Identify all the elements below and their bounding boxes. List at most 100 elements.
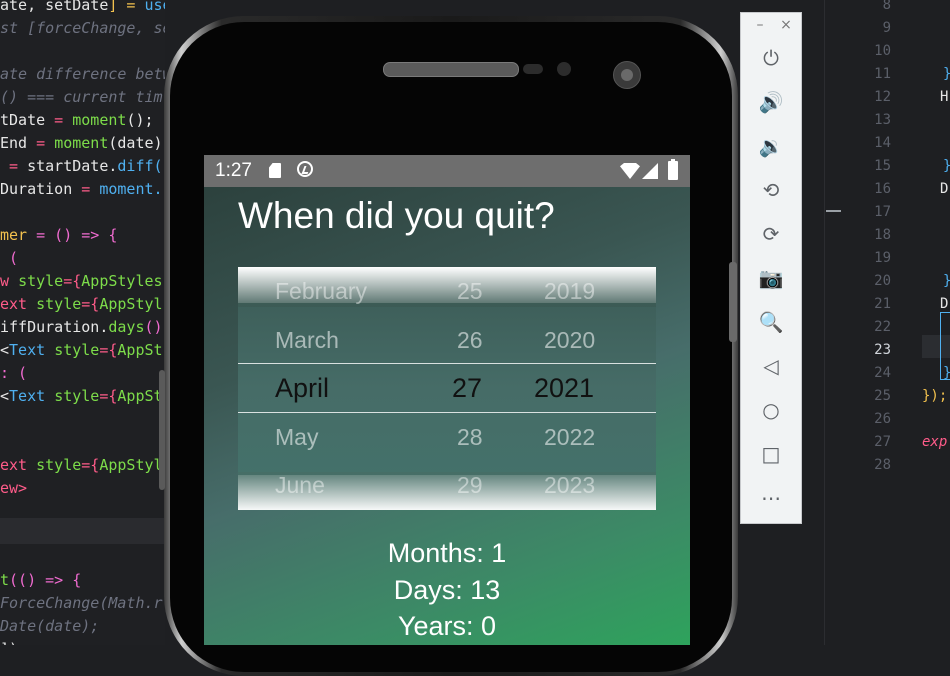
code-token: Text — [9, 341, 55, 359]
power-icon[interactable]: ⏻ — [754, 41, 788, 75]
code-token: ]); — [0, 640, 27, 645]
line-number: 9 — [882, 20, 891, 36]
cell-signal-icon — [642, 163, 658, 179]
line-number: 15 — [874, 158, 891, 174]
code-token: startDate. — [27, 157, 118, 175]
line-number: 24 — [874, 365, 891, 381]
code-token: AppSt — [117, 387, 163, 405]
code-token: () === current tim — [0, 88, 163, 106]
phone-screen: 1:27 When did you quit? February 25 2019 Ma… — [204, 155, 690, 645]
code-token: st [forceChange, setFore — [0, 19, 165, 37]
code-token: AppStyles — [81, 272, 163, 290]
overview-icon[interactable]: □ — [754, 437, 788, 471]
months-label: Months: 1 — [387, 538, 507, 568]
code-token: H — [940, 89, 949, 105]
code-token: diff( — [117, 157, 163, 175]
code-token: Text — [9, 387, 55, 405]
date-picker[interactable]: February 25 2019 March 26 2020 April 27 2021 May 2… — [238, 267, 656, 510]
picker-month: March — [275, 327, 339, 353]
code-token: ext — [0, 456, 37, 474]
code-token: (date) — [108, 134, 163, 152]
picker-row[interactable]: May 28 2022 — [238, 413, 656, 461]
volume-down-icon[interactable]: 🔉 — [754, 129, 788, 163]
code-line: ( — [0, 247, 18, 270]
selection-box — [940, 312, 950, 380]
line-number: 27 — [874, 434, 891, 450]
line-number: 19 — [874, 250, 891, 266]
code-line: = startDate.diff( — [0, 155, 163, 178]
code-line: <Text style={AppSt — [0, 385, 163, 408]
back-icon[interactable]: ◁ — [754, 349, 788, 383]
picker-day: 25 — [457, 278, 483, 304]
code-token: AppSt — [117, 341, 163, 359]
editor-highlight-band — [0, 518, 165, 544]
code-token: exp — [922, 434, 948, 450]
code-token: = — [45, 111, 73, 129]
code-line: ext style={AppStyl — [0, 454, 163, 477]
picker-year: 2022 — [544, 424, 596, 450]
code-editor-left[interactable]: ate, setDate] = useState(new Date()); st … — [0, 0, 165, 645]
days-label: Days: 13 — [393, 575, 501, 605]
picker-month: June — [275, 472, 325, 498]
code-token: ={ — [81, 456, 100, 474]
minimize-button[interactable]: – — [751, 17, 769, 33]
picker-day: 26 — [457, 327, 483, 353]
code-token: style — [36, 456, 82, 474]
code-line: st [forceChange, setFore — [0, 17, 165, 40]
code-token: }); — [922, 388, 948, 404]
line-number: 18 — [874, 227, 891, 243]
code-token: ForceChange(Math.r — [0, 594, 163, 612]
camera-icon[interactable]: 📷 — [754, 261, 788, 295]
code-token: days — [108, 318, 145, 336]
sync-icon — [297, 161, 313, 177]
line-number: 21 — [874, 296, 891, 312]
line-number: 8 — [882, 0, 891, 13]
volume-up-icon[interactable]: 🔊 — [754, 85, 788, 119]
picker-row[interactable]: June 29 2023 — [238, 461, 656, 509]
code-token: } — [943, 270, 950, 293]
rotate-left-icon[interactable]: ⟲ — [754, 173, 788, 207]
code-token: ew> — [0, 479, 28, 497]
picker-day: 29 — [457, 472, 483, 498]
line-number: 11 — [874, 66, 891, 82]
picker-row[interactable]: February 25 2019 — [238, 267, 656, 315]
code-token: AppStyl — [99, 295, 163, 313]
code-line: ForceChange(Math.r — [0, 592, 163, 615]
code-token: ( — [0, 249, 19, 267]
code-line: ]); — [0, 638, 27, 645]
code-token: moment. — [99, 180, 163, 198]
picker-year: 2020 — [544, 327, 596, 353]
battery-icon — [668, 159, 678, 180]
code-token: < — [0, 387, 10, 405]
close-button[interactable]: × — [777, 17, 795, 33]
picker-row[interactable]: April 27 2021 — [238, 364, 656, 412]
phone-side-button-left — [159, 370, 165, 490]
code-token: ate difference betw — [0, 65, 165, 83]
zoom-icon[interactable]: 🔍 — [754, 305, 788, 339]
editor-divider — [824, 0, 825, 645]
code-token: (); — [126, 111, 154, 129]
code-token: ate, setDate — [0, 0, 109, 14]
status-bar: 1:27 — [204, 155, 690, 187]
code-token: ={ — [99, 341, 118, 359]
picker-day: 28 — [457, 424, 483, 450]
code-line: <Text style={AppSt — [0, 339, 163, 362]
more-icon[interactable]: ⋯ — [754, 481, 788, 515]
code-token: AppStyl — [99, 456, 163, 474]
line-number: 22 — [874, 319, 891, 335]
rotate-right-icon[interactable]: ⟳ — [754, 217, 788, 251]
code-token: style — [18, 272, 64, 290]
code-line: ate difference betw — [0, 63, 165, 86]
code-token: < — [0, 341, 10, 359]
code-token: = — [0, 157, 28, 175]
phone-speaker — [383, 62, 519, 77]
code-token: Duration — [0, 180, 73, 198]
line-number: 23 — [874, 342, 891, 358]
code-line: ate, setDate] = useState(new Date()); — [0, 0, 165, 17]
picker-row[interactable]: March 26 2020 — [238, 316, 656, 364]
code-token: ] = — [108, 0, 145, 14]
page-title: When did you quit? — [238, 195, 555, 236]
code-token: = — [72, 180, 100, 198]
home-icon[interactable]: ○ — [754, 393, 788, 427]
code-token: () — [144, 318, 163, 336]
